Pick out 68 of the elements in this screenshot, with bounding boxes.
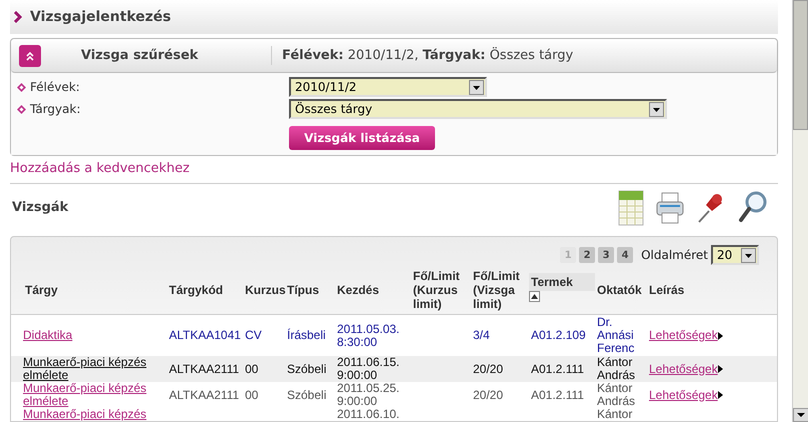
- table-cell-text: Kántor András: [597, 356, 636, 382]
- table-cell: Szóbeli: [287, 388, 326, 402]
- scrollbar[interactable]: [792, 0, 808, 422]
- table-cell: 3/4: [473, 329, 490, 342]
- course-link[interactable]: Munkaerő-piaci képzés: [19, 408, 146, 421]
- column-header: Kurzus: [244, 283, 285, 297]
- dropdown[interactable]: 2010/11/2: [289, 77, 487, 98]
- column-header: Fő/Limit (Kurzus limit): [412, 269, 461, 311]
- scrollbar-thumb[interactable]: [793, 0, 808, 130]
- field-label: Tárgyak:: [30, 101, 80, 118]
- table-cell: ALTKAA2111: [169, 362, 240, 376]
- table-cell: 00: [245, 362, 258, 376]
- table-cell-text: Kántor András: [597, 382, 636, 408]
- bullet-icon: [17, 82, 26, 92]
- collapse-button[interactable]: [19, 44, 41, 67]
- column-header: Oktatók: [596, 283, 643, 297]
- options-link[interactable]: Lehetőségek: [649, 388, 718, 402]
- dropdown[interactable]: Összes tárgy: [289, 99, 667, 120]
- page-size-label: Oldalméret: [641, 247, 708, 264]
- chevron-icon: [14, 11, 22, 24]
- dropdown[interactable]: 20: [711, 245, 759, 265]
- field-label: Félévek:: [30, 79, 80, 96]
- column-header[interactable]: Termek: [529, 273, 595, 291]
- triangle-right-icon[interactable]: [718, 332, 723, 340]
- list-exams-button[interactable]: Vizsgák listázása: [289, 126, 435, 150]
- course-link[interactable]: Munkaerő-piaci képzés elmélete: [19, 382, 165, 408]
- table-cell: ALTKAA1041: [169, 329, 241, 342]
- table-cell: Szóbeli: [287, 362, 326, 376]
- options-link[interactable]: Lehetőségek: [649, 329, 718, 342]
- page-button[interactable]: 4: [617, 247, 634, 263]
- course-link[interactable]: Munkaerő-piaci képzés elmélete: [19, 356, 165, 382]
- table-cell: A01.2.111: [531, 388, 584, 402]
- options-link[interactable]: Lehetőségek: [649, 362, 718, 376]
- column-header: Leírás: [648, 283, 686, 297]
- column-header: Kezdés: [336, 283, 380, 297]
- table-cell-text: 2011.05.25. 9:00:00: [337, 382, 401, 408]
- table-cell: 2011.06.10.: [337, 408, 400, 421]
- table-cell-text: Dr. Annási Ferenc: [597, 316, 636, 355]
- table-cell: CV: [245, 329, 262, 342]
- table-cell: 20/20: [473, 388, 504, 402]
- table-cell: ALTKAA2111: [169, 388, 240, 402]
- scroll-down-icon[interactable]: [793, 408, 808, 422]
- column-header: Fő/Limit (Vizsga limit): [472, 269, 521, 311]
- table-cell: 00: [245, 388, 258, 402]
- add-to-favorites-link[interactable]: Hozzáadás a kedvencekhez: [10, 159, 190, 179]
- triangle-right-icon[interactable]: [718, 365, 723, 373]
- table-cell: Írásbeli: [287, 329, 326, 342]
- triangle-right-icon[interactable]: [718, 391, 723, 399]
- table-cell: A01.2.109: [531, 329, 586, 342]
- table-cell: 20/20: [473, 362, 504, 376]
- bullet-icon: [17, 104, 26, 114]
- sort-ascending-icon[interactable]: [529, 291, 540, 302]
- course-link[interactable]: Didaktika: [19, 329, 72, 342]
- column-header: Tárgykód: [168, 283, 224, 297]
- page-button[interactable]: 3: [598, 247, 614, 263]
- column-header: Típus: [286, 283, 320, 297]
- table-cell: Kántor: [597, 408, 632, 421]
- page-button[interactable]: 2: [579, 247, 596, 263]
- table-cell-text: 2011.06.15. 9:00:00: [337, 356, 401, 382]
- printer-icon[interactable]: [656, 190, 684, 225]
- table-cell: A01.2.111: [531, 362, 584, 376]
- section-title: Vizsgák: [12, 199, 68, 218]
- table-cell-text: 2011.05.03. 8:30:00: [337, 322, 401, 348]
- filter-summary: Félévek: 2010/11/2, Tárgyak: Összes tárgy: [271, 46, 574, 66]
- double-chevron-up-icon: [25, 50, 35, 61]
- page-title: Vizsgajelentkezés: [30, 8, 171, 27]
- column-header: Tárgy: [24, 283, 59, 297]
- filter-title: Vizsga szűrések: [80, 46, 200, 65]
